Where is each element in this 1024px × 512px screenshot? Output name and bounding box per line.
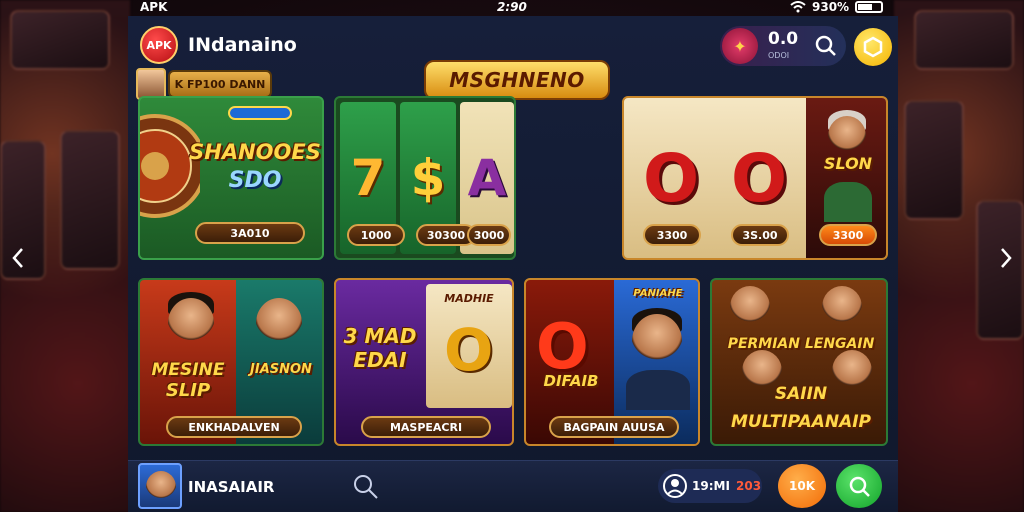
game-card-difaib[interactable]: O DIFAIB PANIAHE BAGPAIN AUUSA <box>524 278 700 446</box>
character-shirt <box>626 370 690 410</box>
card-title: 3 MAD <box>343 324 417 348</box>
user-circle-icon <box>663 474 687 498</box>
search-icon <box>354 475 378 499</box>
carrier-label: APK <box>140 0 168 14</box>
reel-pill[interactable]: 1000 <box>347 224 405 246</box>
user-avatar[interactable] <box>138 463 182 509</box>
background-slot-machine <box>904 100 964 220</box>
character-portrait <box>168 298 214 348</box>
clock: 2:90 <box>497 0 527 14</box>
reel-pill[interactable]: 3300 <box>643 224 701 246</box>
reel-pill[interactable]: 3S.00 <box>731 224 789 246</box>
card-side-title: JIASNON <box>250 362 312 377</box>
header: APK INdanaino ✦ 0.0 ODOI <box>136 22 892 66</box>
app-panel: APK INdanaino ✦ 0.0 ODOI MSGHNENO K FP10… <box>128 16 898 512</box>
slot-reel-panel: MADHIE O <box>426 284 512 408</box>
chevron-right-icon <box>1001 248 1012 268</box>
battery-percent: 930% <box>812 0 850 14</box>
status-icons: 930% <box>790 0 884 14</box>
card-side-title: SLON <box>823 154 873 173</box>
featured-banner[interactable]: MSGHNENO <box>424 60 610 100</box>
game-card-slot-reels[interactable]: 7 $ A 1000 30300 3000 <box>334 96 516 260</box>
card-play-pill[interactable]: ENKHADALVEN <box>166 416 302 438</box>
battery-icon <box>855 1 884 13</box>
reel-symbol: O <box>444 316 494 384</box>
card-badge: PANIAHE <box>633 288 683 299</box>
wallet-widget[interactable]: ✦ 0.0 ODOI <box>720 26 846 66</box>
character-portrait <box>256 298 302 348</box>
wallet-value: 0.0 <box>768 29 799 49</box>
chevron-left-icon <box>12 248 23 268</box>
status-bar: APK 2:90 930% <box>0 0 1024 16</box>
card-title: SAIIN <box>774 384 828 404</box>
card-badge: MADHIE <box>444 292 494 305</box>
reel-pill[interactable]: 3000 <box>467 224 511 246</box>
card-top-title: PERMIAN LENGAIN <box>727 336 875 352</box>
card-play-pill[interactable]: 3A010 <box>195 222 305 244</box>
search-button[interactable] <box>352 473 380 501</box>
game-card-roulette[interactable]: SHANOOES SDO 3A010 <box>138 96 324 260</box>
balance-widget[interactable]: 19:MI 203 <box>658 469 762 503</box>
search-icon <box>815 35 836 56</box>
app-logo[interactable]: APK <box>140 26 178 64</box>
search-button[interactable] <box>812 33 840 59</box>
game-card-multipaanaip[interactable]: PERMIAN LENGAIN SAIIN MULTIPAANAIP <box>710 278 888 446</box>
deposit-button[interactable]: 10K <box>778 464 826 508</box>
gift-icon: ✦ <box>722 28 758 64</box>
avatar-face <box>146 471 176 503</box>
card-title: SHANOOES <box>189 140 321 164</box>
background-slot-machine <box>60 130 120 270</box>
game-card-mad-slot[interactable]: 3 MAD EDAI MADHIE O MASPEACRI <box>334 278 514 446</box>
app-title: INdanaino <box>188 34 297 56</box>
bottom-bar: INASAIAIR 19:MI 203 10K <box>128 460 898 512</box>
game-card-classic-slot[interactable]: O O SLON 3300 3S.00 3300 <box>622 96 888 260</box>
card-play-pill[interactable]: MASPEACRI <box>361 416 491 438</box>
background-sign <box>914 10 1014 70</box>
card-play-pill[interactable]: BAGPAIN AUUSA <box>549 416 679 438</box>
character-shirt <box>824 182 872 222</box>
card-subtitle: EDAI <box>353 348 407 372</box>
next-arrow-button[interactable] <box>994 244 1018 272</box>
card-subtitle: SLIP <box>165 380 211 401</box>
card-title: MESINE <box>151 360 225 380</box>
character-portrait <box>632 314 682 368</box>
balance-secondary: 203 <box>736 479 762 493</box>
search-icon <box>849 476 870 497</box>
card-subtitle: MULTIPAANAIP <box>730 412 872 432</box>
card-title: DIFAIB <box>543 372 599 390</box>
wifi-icon <box>790 1 806 13</box>
character-portrait <box>828 116 866 156</box>
character-portrait <box>822 286 862 328</box>
prev-arrow-button[interactable] <box>6 244 30 272</box>
card-tag-badge <box>228 106 292 120</box>
username: INASAIAIR <box>188 478 275 496</box>
game-card-person-slot[interactable]: MESINE SLIP JIASNON ENKHADALVEN <box>138 278 324 446</box>
promo-label: K FP100 DANN <box>168 70 272 98</box>
hexagon-menu-icon <box>863 36 883 58</box>
reel-pill[interactable]: 3300 <box>819 224 877 246</box>
wallet-sub-label: ODOI <box>768 51 790 60</box>
card-subtitle: SDO <box>228 168 282 193</box>
balance-value: 19:MI <box>692 479 730 493</box>
chat-button[interactable] <box>836 464 882 508</box>
character-portrait <box>730 286 770 328</box>
background-sign <box>10 10 110 70</box>
menu-button[interactable] <box>854 28 892 66</box>
roulette-wheel-icon <box>140 114 200 218</box>
